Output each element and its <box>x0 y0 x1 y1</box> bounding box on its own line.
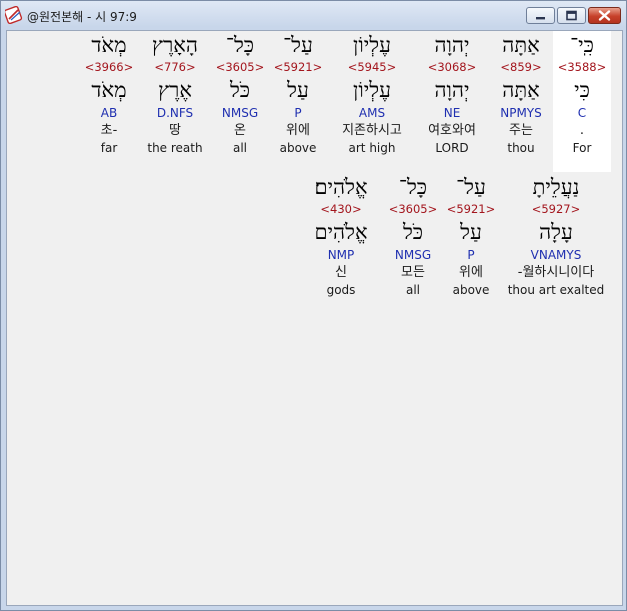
korean-gloss: -월하시니이다 <box>517 265 595 280</box>
hebrew-surface-word: אַתָּה <box>502 33 540 57</box>
strongs-number[interactable]: <430> <box>301 201 381 218</box>
strongs-number[interactable]: <3605> <box>385 201 441 218</box>
korean-gloss: . <box>579 123 585 138</box>
english-gloss: above <box>452 283 490 297</box>
english-gloss: far <box>100 141 118 155</box>
hebrew-lexeme: כִּי <box>574 78 590 102</box>
strongs-number[interactable]: <3068> <box>419 59 485 76</box>
parsing-code: AMS <box>358 106 386 120</box>
hebrew-lexeme: אֶרֶץ <box>158 78 192 102</box>
hebrew-lexeme: כֹּל <box>402 220 424 244</box>
korean-gloss: 위에 <box>459 265 483 280</box>
minimize-button[interactable] <box>526 7 555 24</box>
word-column[interactable]: כָּל־ <3605> כֹּל NMSG 온 all <box>211 31 269 157</box>
hebrew-surface-word: עַל־ <box>283 33 313 57</box>
korean-gloss: 초- <box>100 123 118 138</box>
hebrew-lexeme: כֹּל <box>229 78 251 102</box>
parsing-code: VNAMYS <box>530 248 582 262</box>
english-gloss: all <box>405 283 421 297</box>
word-column[interactable]: הָאָרֶץ <776> אֶרֶץ D.NFS 땅 the reath <box>143 31 207 157</box>
hebrew-lexeme: אַתָּה <box>502 78 540 102</box>
korean-gloss: 위에 <box>286 123 310 138</box>
hebrew-surface-word: כִּֽי־ <box>570 33 594 57</box>
word-column[interactable]: נַעֲלֵיתָ <5927> עָלָה VNAMYS -월하시니이다 th… <box>501 173 611 299</box>
hebrew-lexeme: אֱלֹהִים <box>314 220 368 244</box>
word-column[interactable]: עֶלְיוֹן <5945> עֶלְיוֹן AMS 지존하시고 art h… <box>329 31 415 157</box>
strongs-number[interactable]: <5927> <box>501 201 611 218</box>
hebrew-lexeme: עָלָה <box>539 220 573 244</box>
word-column[interactable]: אֱלֹהִים׃ <430> אֱלֹהִים NMP 신 gods <box>301 173 381 299</box>
close-icon <box>598 10 611 21</box>
parsing-code: NE <box>443 106 461 120</box>
korean-gloss: 모든 <box>401 265 425 280</box>
strongs-number[interactable]: <859> <box>491 59 551 76</box>
interlinear-panel: כִּֽי־ <3588> כִּי C . For אַתָּה <859> … <box>6 30 623 606</box>
korean-gloss: 주는 <box>509 123 533 138</box>
hebrew-surface-word: עֶלְיוֹן <box>353 33 391 57</box>
parsing-code: P <box>294 106 302 120</box>
hebrew-surface-word: אֱלֹהִים׃ <box>314 175 368 199</box>
english-gloss: gods <box>326 283 356 297</box>
english-gloss: LORD <box>435 141 469 155</box>
hebrew-surface-word: כָּל־ <box>398 175 428 199</box>
strongs-number[interactable]: <3588> <box>553 59 611 76</box>
parsing-code: NPMYS <box>500 106 542 120</box>
bible-app-icon <box>5 6 23 24</box>
hebrew-surface-word: כָּל־ <box>225 33 255 57</box>
hebrew-surface-word: עַל־ <box>456 175 486 199</box>
title-bar[interactable]: @원전본해 - 시 97:9 <box>1 1 626 29</box>
korean-gloss: 신 <box>335 265 347 280</box>
minimize-icon <box>536 17 545 20</box>
word-column[interactable]: אַתָּה <859> אַתָּה NPMYS 주는 thou <box>491 31 551 157</box>
close-button[interactable] <box>588 7 621 24</box>
english-gloss: above <box>279 141 317 155</box>
parsing-code: NMSG <box>221 106 259 120</box>
english-gloss: all <box>232 141 248 155</box>
app-window: @원전본해 - 시 97:9 כִּֽי־ <3588> כִּי C . Fo… <box>0 0 627 611</box>
word-column[interactable]: יְהוָה <3068> יְהוָה NE 여호와여 LORD <box>419 31 485 157</box>
english-gloss: For <box>572 141 592 155</box>
window-title: @원전본해 - 시 97:9 <box>27 10 137 24</box>
hebrew-lexeme: עַל <box>287 78 309 102</box>
strongs-number[interactable]: <3605> <box>211 59 269 76</box>
word-column[interactable]: כָּל־ <3605> כֹּל NMSG 모든 all <box>385 173 441 299</box>
hebrew-surface-word: מְאֹד <box>91 33 127 57</box>
korean-gloss: 땅 <box>169 123 181 138</box>
maximize-button[interactable] <box>557 7 586 24</box>
strongs-number[interactable]: <5921> <box>443 201 499 218</box>
strongs-number[interactable]: <776> <box>143 59 207 76</box>
parsing-code: P <box>467 248 475 262</box>
korean-gloss: 지존하시고 <box>342 123 402 138</box>
english-gloss: thou art exalted <box>507 283 605 297</box>
korean-gloss: 여호와여 <box>428 123 476 138</box>
parsing-code: AB <box>100 106 118 120</box>
hebrew-lexeme: מְאֹד <box>91 78 127 102</box>
english-gloss: the reath <box>147 141 203 155</box>
hebrew-surface-word: יְהוָה <box>434 33 470 57</box>
word-column[interactable]: עַל־ <5921> עַל P 위에 above <box>443 173 499 299</box>
english-gloss: thou <box>507 141 535 155</box>
hebrew-surface-word: נַעֲלֵיתָ <box>532 175 580 199</box>
hebrew-lexeme: עֶלְיוֹן <box>353 78 391 102</box>
english-gloss: art high <box>348 141 396 155</box>
strongs-number[interactable]: <3966> <box>79 59 139 76</box>
word-column[interactable]: כִּֽי־ <3588> כִּי C . For <box>553 31 611 172</box>
strongs-number[interactable]: <5945> <box>329 59 415 76</box>
parsing-code: NMSG <box>394 248 432 262</box>
hebrew-surface-word: הָאָרֶץ <box>152 33 198 57</box>
word-column[interactable]: עַל־ <5921> עַל P 위에 above <box>271 31 325 157</box>
parsing-code: C <box>577 106 587 120</box>
parsing-code: D.NFS <box>156 106 194 120</box>
korean-gloss: 온 <box>234 123 246 138</box>
hebrew-lexeme: יְהוָה <box>434 78 470 102</box>
strongs-number[interactable]: <5921> <box>271 59 325 76</box>
parsing-code: NMP <box>327 248 355 262</box>
hebrew-lexeme: עַל <box>460 220 482 244</box>
maximize-icon <box>566 10 577 21</box>
word-column[interactable]: מְאֹד <3966> מְאֹד AB 초- far <box>79 31 139 157</box>
